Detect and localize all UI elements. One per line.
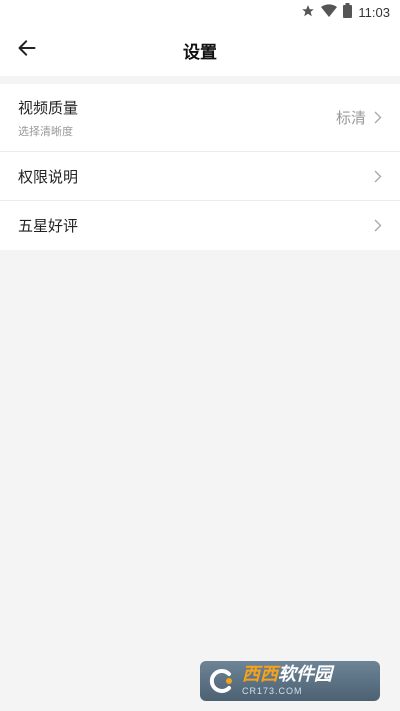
watermark-url: CR173.COM (242, 686, 303, 696)
setting-label: 五星好评 (18, 217, 79, 235)
battery-icon (343, 2, 353, 22)
setting-permissions[interactable]: 权限说明 (0, 152, 400, 201)
cr-logo-icon (206, 665, 238, 697)
chevron-right-icon (374, 170, 382, 183)
chevron-right-icon (374, 219, 382, 232)
chevron-right-icon (374, 111, 382, 124)
settings-list: 视频质量 选择清晰度 标清 权限说明 五星好评 (0, 84, 400, 250)
settings-screen: 11:03 设置 视频质量 选择清晰度 标清 权限说明 五星好评 西西软件园 C… (0, 0, 400, 711)
setting-sublabel: 选择清晰度 (18, 124, 73, 138)
page-title: 设置 (183, 43, 217, 63)
setting-label: 视频质量 (18, 98, 79, 117)
watermark-brand-accent: 西西 (242, 664, 278, 685)
status-time: 11:03 (358, 4, 390, 20)
setting-video-quality[interactable]: 视频质量 选择清晰度 标清 (0, 84, 400, 152)
app-bar: 设置 (0, 24, 400, 76)
setting-label: 权限说明 (18, 167, 79, 186)
status-bar: 11:03 (0, 0, 400, 24)
watermark-logo: 西西软件园 CR173.COM (200, 661, 380, 701)
wifi-icon (321, 3, 338, 22)
star-icon (301, 3, 315, 22)
setting-value: 标清 (335, 109, 366, 127)
setting-rate-five-stars[interactable]: 五星好评 (0, 201, 400, 250)
watermark-brand: 软件园 (278, 664, 332, 685)
